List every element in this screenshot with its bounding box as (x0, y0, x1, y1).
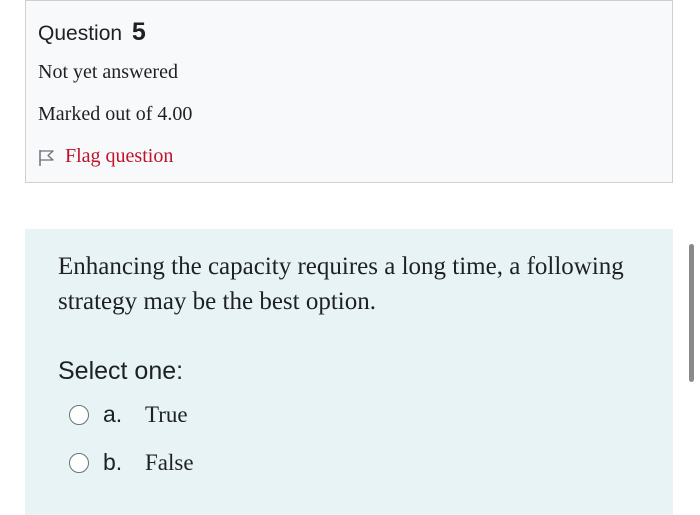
question-info-panel: Question 5 Not yet answered Marked out o… (25, 0, 673, 183)
option-letter: a. (103, 401, 123, 427)
question-content-panel: Enhancing the capacity requires a long t… (25, 229, 673, 515)
radio-unchecked-icon[interactable] (69, 452, 89, 473)
option-letter: b. (103, 449, 123, 475)
option-text: False (145, 449, 194, 475)
flag-question-link[interactable]: Flag question (38, 145, 173, 168)
option-text: True (145, 401, 188, 427)
question-number: 5 (131, 18, 146, 46)
answer-option-false[interactable]: b. False (69, 449, 194, 476)
flag-question-label: Flag question (65, 145, 174, 167)
question-label: Question (38, 22, 123, 45)
flag-icon (39, 149, 54, 166)
question-grade: Marked out of 4.00 (38, 103, 193, 125)
question-text: Enhancing the capacity requires a long t… (58, 253, 624, 315)
page: Question 5 Not yet answered Marked out o… (0, 0, 700, 515)
question-title: Question 5 (38, 18, 146, 47)
radio-unchecked-icon[interactable] (69, 404, 89, 425)
vertical-scrollbar[interactable] (689, 244, 694, 382)
question-state: Not yet answered (38, 61, 178, 83)
answer-prompt: Select one: (58, 357, 184, 385)
answer-option-true[interactable]: a. True (69, 401, 188, 428)
